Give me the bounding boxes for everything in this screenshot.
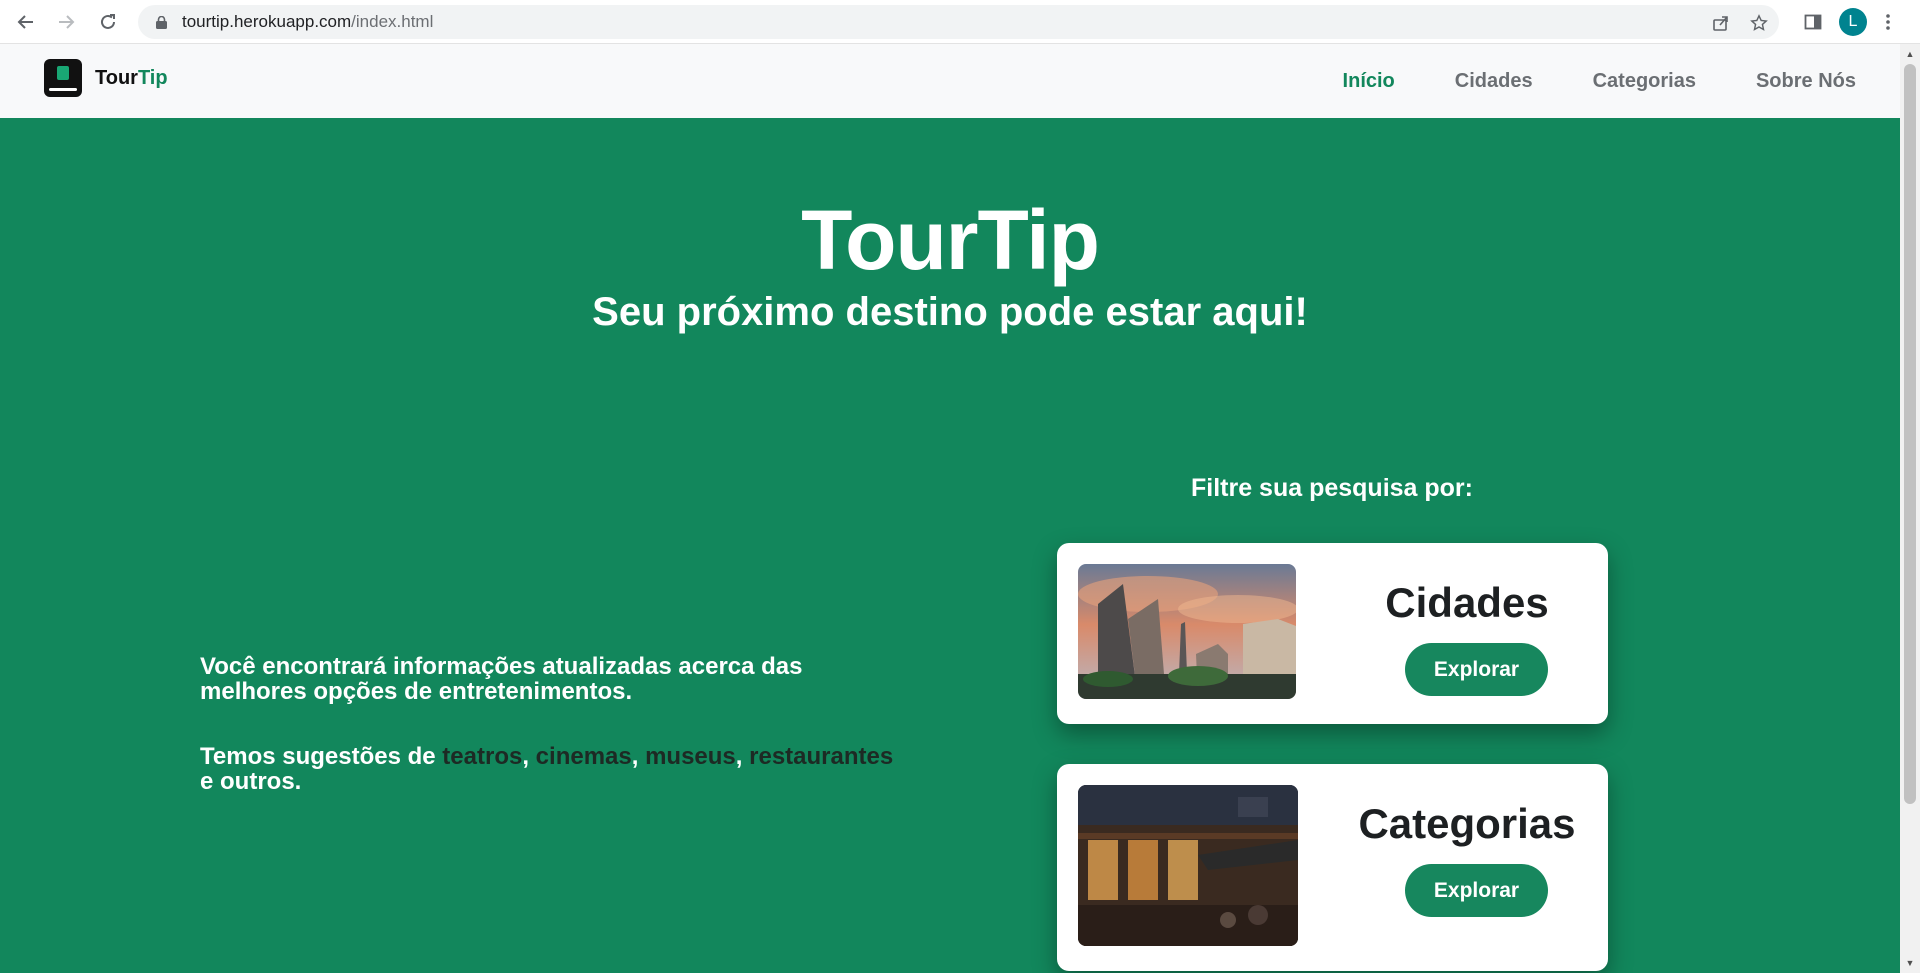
- page-scrollbar[interactable]: ▲ ▼: [1900, 44, 1920, 973]
- page-content: TourTip Início Cidades Categorias Sobre …: [0, 44, 1900, 973]
- highlight-teatros: teatros: [442, 743, 523, 770]
- filter-label: Filtre sua pesquisa por:: [1190, 474, 1473, 502]
- scroll-up-icon[interactable]: ▲: [1900, 46, 1920, 62]
- star-icon[interactable]: [1748, 12, 1770, 34]
- highlight-cinemas: cinemas: [535, 743, 632, 770]
- side-panel-icon[interactable]: [1800, 6, 1826, 38]
- category-image: [1078, 785, 1298, 946]
- card-categorias: Categorias Explorar: [1057, 764, 1608, 971]
- info-text: Você encontrará informações atualizadas …: [200, 654, 900, 794]
- back-icon[interactable]: [6, 2, 46, 42]
- card-title-categorias: Categorias: [1358, 800, 1576, 847]
- city-image: [1078, 564, 1296, 699]
- address-bar[interactable]: tourtip.herokuapp.com/index.html: [138, 5, 1779, 39]
- lock-icon[interactable]: [154, 15, 168, 29]
- info-separator: ,: [735, 743, 750, 770]
- info-separator: ,: [631, 743, 646, 770]
- site-navbar: TourTip Início Cidades Categorias Sobre …: [0, 44, 1900, 118]
- highlight-museus: museus: [645, 743, 736, 770]
- share-icon[interactable]: [1710, 12, 1732, 34]
- menu-icon[interactable]: [1878, 6, 1898, 38]
- browser-toolbar: tourtip.herokuapp.com/index.html L: [0, 0, 1920, 44]
- brand-link[interactable]: TourTip: [44, 59, 168, 97]
- url-host: tourtip.herokuapp.com: [182, 12, 352, 31]
- explorar-categorias-button[interactable]: Explorar: [1405, 864, 1548, 917]
- info-paragraph-2: Temos sugestões de teatros, cinemas, mus…: [200, 744, 900, 794]
- nav-link-inicio[interactable]: Início: [1343, 70, 1395, 93]
- highlight-restaurantes: restaurantes: [749, 743, 894, 770]
- nav-link-cidades[interactable]: Cidades: [1455, 70, 1533, 93]
- brand-name-main: Tour: [95, 66, 138, 89]
- scroll-down-icon[interactable]: ▼: [1900, 955, 1920, 971]
- profile-initial: L: [1839, 8, 1867, 36]
- hero-title: TourTip: [801, 193, 1100, 287]
- nav-link-sobre-nos[interactable]: Sobre Nós: [1756, 70, 1856, 93]
- nav-links: Início Cidades Categorias Sobre Nós: [1283, 44, 1856, 118]
- info-separator: ,: [522, 743, 536, 770]
- nav-link-categorias[interactable]: Categorias: [1593, 70, 1696, 93]
- url-text[interactable]: tourtip.herokuapp.com/index.html: [182, 12, 433, 32]
- info-prefix: Temos sugestões de: [200, 743, 443, 770]
- card-cidades: Cidades Explorar: [1057, 543, 1608, 724]
- profile-avatar[interactable]: L: [1838, 6, 1868, 38]
- explorar-cidades-button[interactable]: Explorar: [1405, 643, 1548, 696]
- brand-logo-icon: [44, 59, 82, 97]
- brand-name: TourTip: [95, 67, 168, 90]
- forward-icon[interactable]: [46, 2, 86, 42]
- card-title-cidades: Cidades: [1385, 579, 1549, 626]
- info-suffix: e outros.: [200, 768, 302, 795]
- brand-name-accent: Tip: [137, 66, 168, 89]
- hero-subtitle: Seu próximo destino pode estar aqui!: [592, 290, 1308, 334]
- url-path: /index.html: [351, 12, 434, 31]
- reload-icon[interactable]: [88, 2, 128, 42]
- info-paragraph-1: Você encontrará informações atualizadas …: [200, 653, 803, 705]
- scroll-thumb[interactable]: [1904, 64, 1916, 804]
